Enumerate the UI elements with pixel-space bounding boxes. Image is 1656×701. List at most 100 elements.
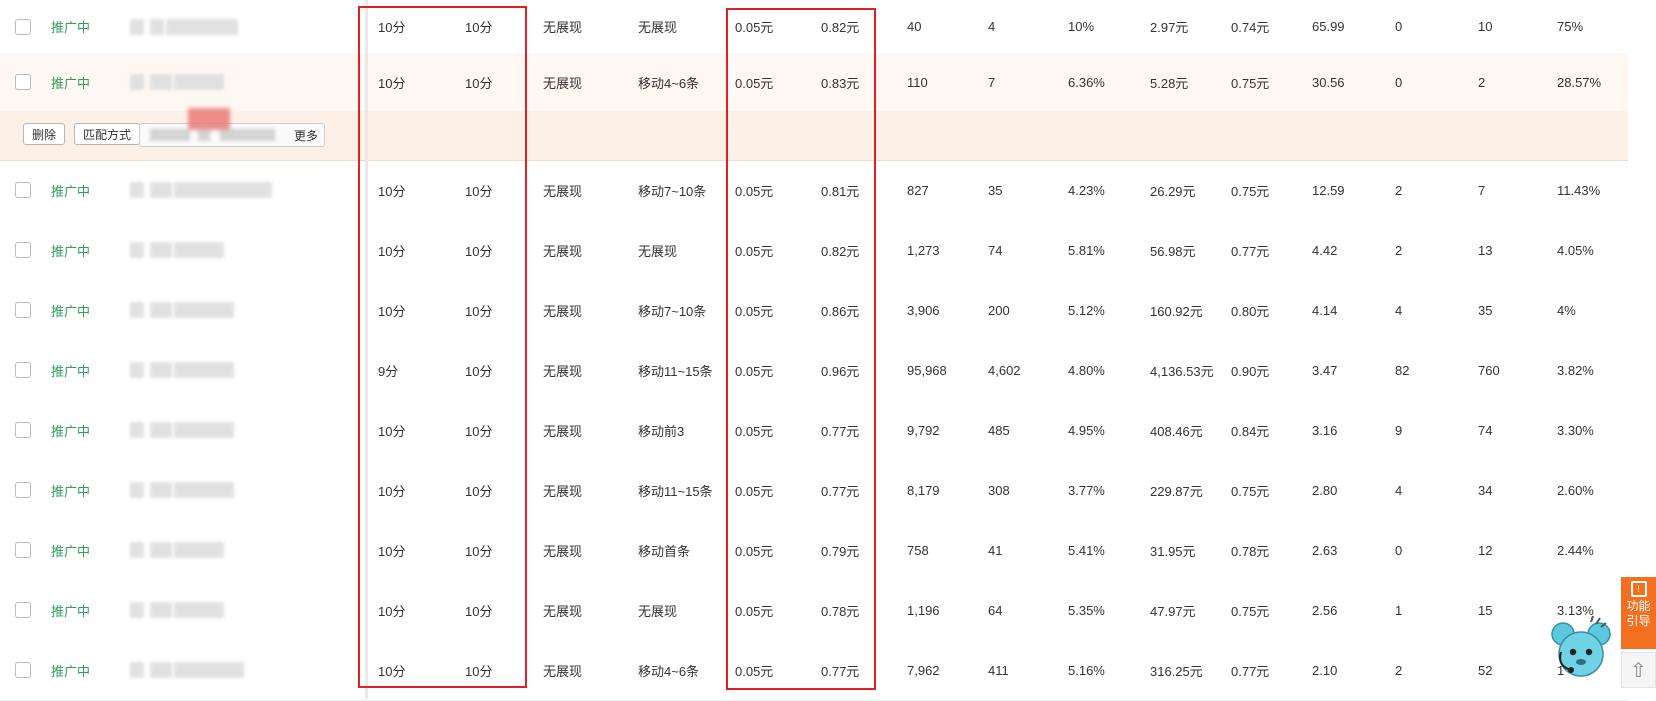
cell-price2: 0.83元 — [821, 75, 860, 91]
table-row: 推广中 10分 10分 无展现 移动4~6条 0.05元 0.77元 7,962 411 5.16… — [0, 640, 1628, 701]
cell-score1: 10分 — [378, 303, 406, 319]
row-checkbox[interactable] — [15, 662, 31, 678]
row-checkbox[interactable] — [15, 302, 31, 318]
cell-price1: 0.05元 — [735, 183, 774, 199]
table-row: 推广中 10分 10分 无展现 移动首条 0.05元 0.79元 758 41 5.41% 31.9… — [0, 520, 1628, 581]
cell-score2: 10分 — [465, 423, 493, 439]
cell-cpc: 0.78元 — [1231, 543, 1270, 559]
back-to-top-button[interactable]: ⇧ — [1621, 652, 1656, 688]
cell-m1: 2.56 — [1312, 602, 1338, 618]
cell-cost: 316.25元 — [1150, 663, 1203, 679]
row-checkbox[interactable] — [15, 542, 31, 558]
row-checkbox-cell — [15, 160, 31, 220]
feature-guide-button[interactable]: ! 功能 引导 — [1621, 577, 1656, 649]
cell-mobile-rank: 无展现 — [638, 603, 678, 619]
cell-clicks: 4,602 — [988, 362, 1021, 378]
cell-m1: 3.16 — [1312, 422, 1338, 438]
keyword-name-blurred[interactable] — [130, 280, 236, 340]
delete-button[interactable]: 删除 — [23, 123, 66, 145]
cell-ctr: 4.80% — [1068, 362, 1105, 378]
keyword-name-blurred[interactable] — [130, 0, 240, 53]
cell-mobile-rank: 移动首条 — [638, 543, 691, 559]
cell-cpc: 0.74元 — [1231, 20, 1270, 35]
cell-impressions: 1,196 — [907, 602, 940, 618]
cell-m4: 3.30% — [1557, 422, 1594, 438]
keyword-name-blurred[interactable] — [130, 580, 226, 640]
cell-mobile-rank: 移动11~15条 — [638, 483, 713, 499]
cell-score1: 10分 — [378, 663, 406, 679]
keyword-name-blurred[interactable] — [130, 400, 236, 460]
cell-score2: 10分 — [465, 603, 493, 619]
status-label: 推广中 — [51, 75, 91, 91]
status-label: 推广中 — [51, 663, 91, 679]
row-checkbox[interactable] — [15, 362, 31, 378]
row-checkbox[interactable] — [15, 482, 31, 498]
cell-price1: 0.05元 — [735, 20, 774, 35]
cell-m2: 2 — [1395, 182, 1403, 198]
assistant-mascot-icon[interactable] — [1547, 612, 1615, 680]
row-checkbox[interactable] — [15, 18, 31, 35]
cell-price1: 0.05元 — [735, 423, 774, 439]
keyword-name-blurred[interactable] — [130, 220, 226, 280]
cell-m3: 35 — [1478, 302, 1493, 318]
cell-mobile-rank: 移动4~6条 — [638, 75, 700, 91]
cell-price2: 0.77元 — [821, 483, 860, 499]
cell-price2: 0.81元 — [821, 183, 860, 199]
cell-m3: 10 — [1478, 19, 1493, 34]
cell-pc-rank: 无展现 — [543, 363, 583, 379]
cell-cpc: 0.84元 — [1231, 423, 1270, 439]
cell-cost: 26.29元 — [1150, 183, 1196, 199]
cell-score1: 9分 — [378, 363, 399, 379]
row-action-bar: 删除 匹配方式 更多 — [0, 111, 1628, 161]
cell-m1: 3.47 — [1312, 362, 1338, 378]
cell-m4: 4.05% — [1557, 242, 1594, 258]
cell-m2: 9 — [1395, 422, 1403, 438]
more-label: 更多 — [293, 129, 318, 143]
keyword-name-blurred[interactable] — [130, 640, 246, 700]
cell-ctr: 4.23% — [1068, 182, 1105, 198]
cell-impressions: 758 — [907, 542, 929, 558]
cell-score2: 10分 — [465, 243, 493, 259]
status-label: 推广中 — [51, 243, 91, 259]
cell-pc-rank: 无展现 — [543, 183, 583, 199]
cell-price1: 0.05元 — [735, 663, 774, 679]
cell-m2: 4 — [1395, 482, 1403, 498]
cell-pc-rank: 无展现 — [543, 75, 583, 91]
row-checkbox[interactable] — [15, 74, 31, 90]
keyword-name-blurred[interactable] — [130, 340, 236, 400]
cell-cpc: 0.90元 — [1231, 363, 1270, 379]
cell-m1: 4.42 — [1312, 242, 1338, 258]
cell-clicks: 308 — [988, 482, 1010, 498]
cell-pc-rank: 无展现 — [543, 543, 583, 559]
row-checkbox[interactable] — [15, 602, 31, 618]
keyword-name-blurred[interactable] — [130, 520, 226, 580]
cell-score1: 10分 — [378, 75, 406, 91]
cell-ctr: 5.81% — [1068, 242, 1105, 258]
row-checkbox[interactable] — [15, 242, 31, 258]
keyword-name-blurred[interactable] — [130, 53, 226, 111]
cell-m3: 15 — [1478, 602, 1493, 618]
cell-impressions: 3,906 — [907, 302, 940, 318]
keyword-name-blurred[interactable] — [130, 460, 236, 520]
row-checkbox[interactable] — [15, 422, 31, 438]
frozen-column-divider — [365, 0, 368, 699]
cell-cpc: 0.77元 — [1231, 243, 1270, 259]
keyword-name-blurred[interactable] — [130, 160, 274, 220]
cell-cost: 4,136.53元 — [1150, 363, 1214, 379]
cell-clicks: 74 — [988, 242, 1003, 258]
cell-impressions: 8,179 — [907, 482, 940, 498]
cell-score1: 10分 — [378, 20, 406, 35]
cell-clicks: 411 — [988, 662, 1009, 678]
cell-cpc: 0.75元 — [1231, 183, 1270, 199]
cell-price2: 0.96元 — [821, 363, 860, 379]
match-type-button[interactable]: 匹配方式 — [74, 123, 141, 145]
cell-m2: 4 — [1395, 302, 1403, 318]
row-checkbox-cell — [15, 53, 31, 111]
row-checkbox[interactable] — [15, 182, 31, 198]
more-actions-dropdown[interactable]: 更多 — [139, 123, 325, 147]
cell-price2: 0.82元 — [821, 20, 860, 35]
row-checkbox-cell — [15, 460, 31, 520]
cell-m3: 2 — [1478, 74, 1486, 90]
cell-m4: 2.44% — [1557, 542, 1594, 558]
cell-pc-rank: 无展现 — [543, 483, 583, 499]
